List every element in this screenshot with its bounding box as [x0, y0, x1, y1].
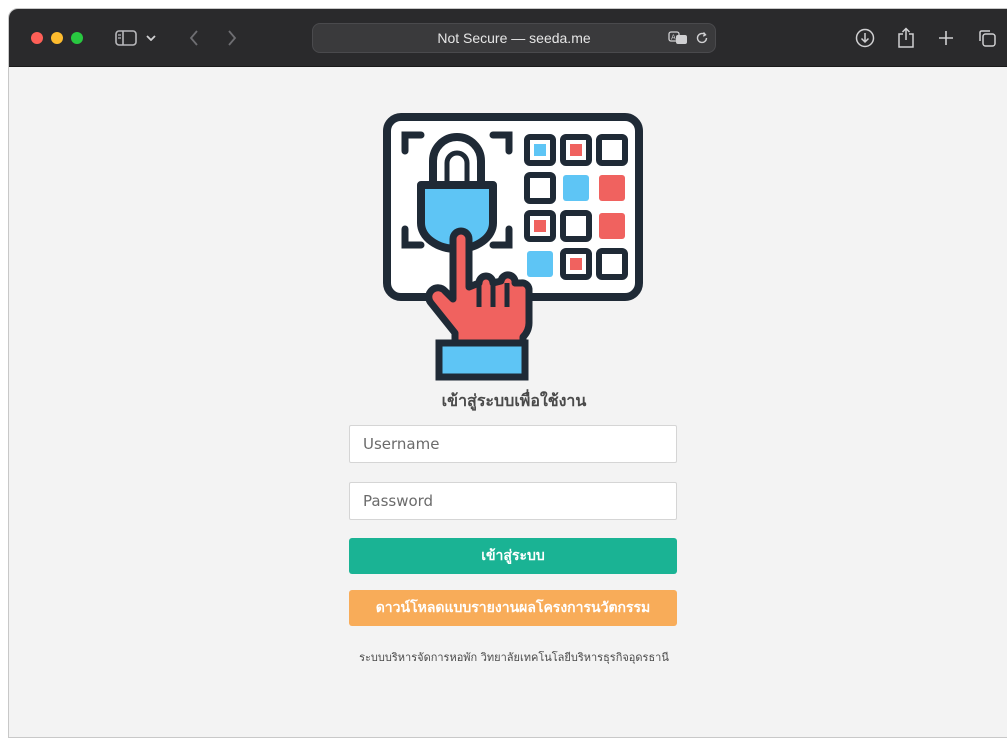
download-report-button[interactable]: ดาวน์โหลดแบบรายงานผลโครงการนวัตกรรม [349, 590, 677, 626]
svg-text:A: A [671, 34, 676, 42]
page-content: เข้าสู่ระบบเพื่อใช้งาน เข้าสู่ระบบ ดาวน์… [9, 67, 1007, 737]
tab-overview-icon[interactable] [974, 25, 1000, 51]
zoom-window-button[interactable] [71, 32, 83, 44]
translate-icon[interactable]: A [667, 26, 689, 50]
close-window-button[interactable] [31, 32, 43, 44]
browser-window: Not Secure — seeda.me A เข้าสู่ระบบเพื่อ… [8, 8, 1007, 738]
reload-icon[interactable] [691, 26, 713, 50]
address-text: Not Secure — seeda.me [437, 30, 591, 46]
new-tab-icon[interactable] [933, 25, 959, 51]
browser-toolbar: Not Secure — seeda.me A [9, 9, 1007, 67]
minimize-window-button[interactable] [51, 32, 63, 44]
password-input[interactable] [349, 482, 677, 520]
login-title: เข้าสู่ระบบเพื่อใช้งาน [441, 391, 587, 410]
back-icon[interactable] [181, 25, 207, 51]
fingerprint-lock-keypad-icon [383, 113, 643, 381]
forward-icon[interactable] [219, 25, 245, 51]
login-button[interactable]: เข้าสู่ระบบ [349, 538, 677, 574]
sidebar-icon[interactable] [113, 25, 139, 51]
address-bar[interactable]: Not Secure — seeda.me A [312, 23, 716, 53]
chevron-down-icon[interactable] [143, 25, 159, 51]
download-icon[interactable] [852, 25, 878, 51]
share-icon[interactable] [893, 25, 919, 51]
footer-text: ระบบบริหารจัดการหอพัก วิทยาลัยเทคโนโลยีบ… [359, 651, 669, 664]
username-input[interactable] [349, 425, 677, 463]
